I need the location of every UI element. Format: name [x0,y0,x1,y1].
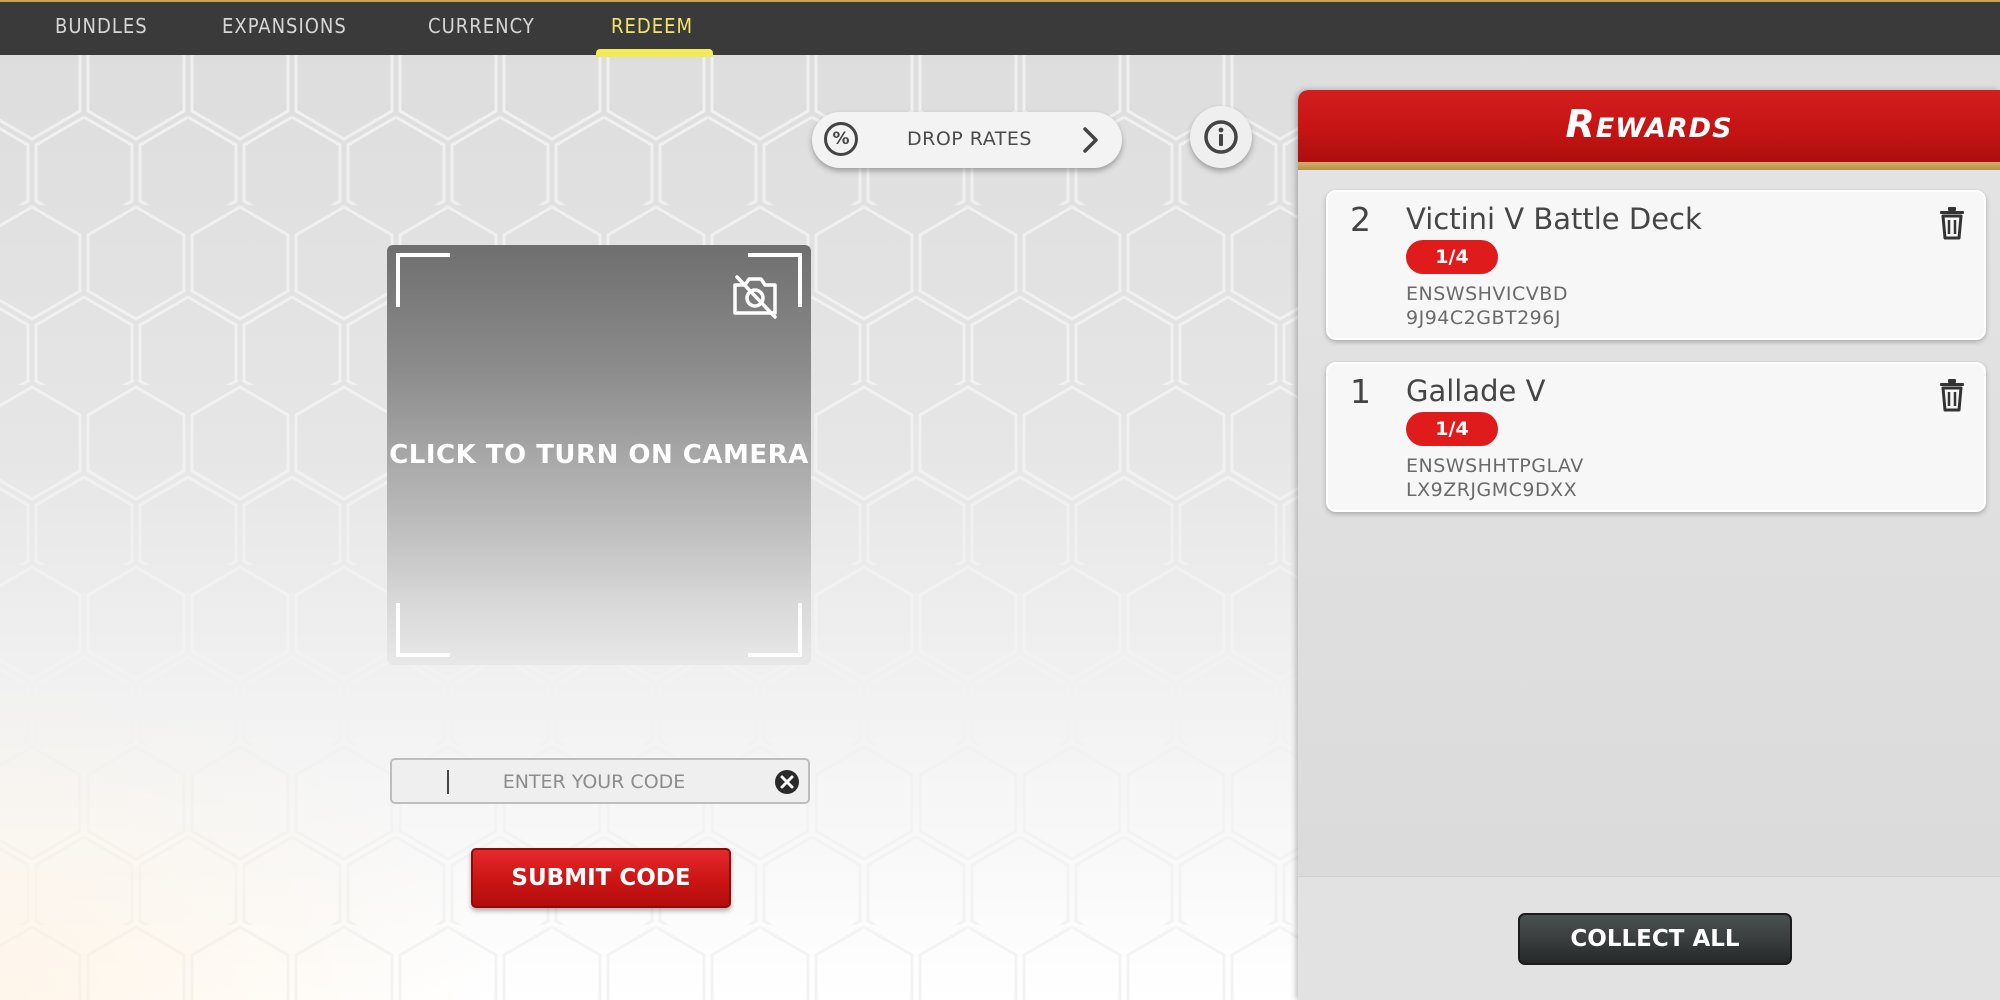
trash-icon[interactable] [1938,378,1966,412]
reward-card: 2 Victini V Battle Deck 1/4 ENSWSHVICVBD… [1326,190,1986,340]
drop-rates-button[interactable]: % DROP RATES [812,112,1122,168]
top-navigation: BUNDLES EXPANSIONS CURRENCY REDEEM [0,0,2000,57]
clear-icon[interactable] [774,769,800,795]
tab-currency[interactable]: CURRENCY [428,14,535,38]
reward-name: Victini V Battle Deck [1406,202,1702,236]
rewards-panel: Rewards 2 Victini V Battle Deck 1/4 ENSW… [1298,90,2000,1000]
reward-code: ENSWSHVICVBD 9J94C2GBT296J [1406,282,1568,330]
info-icon [1204,120,1238,154]
reward-code: ENSWSHHTPGLAV LX9ZRJGMC9DXX [1406,454,1584,502]
drop-rates-label: DROP RATES [907,128,1032,150]
active-tab-indicator [596,49,713,57]
camera-off-icon [733,275,777,319]
tab-bundles[interactable]: BUNDLES [55,14,148,38]
scan-corner-top-left [396,253,450,307]
camera-label: CLICK TO TURN ON CAMERA [389,440,809,470]
reward-code-line-1: ENSWSHVICVBD [1406,283,1568,305]
tab-redeem[interactable]: REDEEM [611,14,693,38]
reward-name: Gallade V [1406,374,1546,408]
scan-corner-bottom-right [748,603,802,657]
reward-quantity: 2 [1350,200,1371,239]
reward-quantity: 1 [1350,372,1371,411]
reward-badge: 1/4 [1406,412,1498,446]
reward-code-line-1: ENSWSHHTPGLAV [1406,455,1584,477]
tab-expansions[interactable]: EXPANSIONS [222,14,347,38]
reward-badge: 1/4 [1406,240,1498,274]
scan-corner-bottom-left [396,603,450,657]
reward-code-line-2: LX9ZRJGMC9DXX [1406,479,1578,501]
rewards-title: Rewards [1565,102,1733,146]
rewards-footer: COLLECT ALL [1298,876,2000,1000]
chevron-right-icon [1083,127,1098,153]
code-input-field[interactable] [390,758,810,804]
camera-scanner[interactable]: CLICK TO TURN ON CAMERA [387,245,811,665]
reward-code-line-2: 9J94C2GBT296J [1406,307,1561,329]
submit-code-button[interactable]: SUBMIT CODE [471,848,731,908]
reward-card: 1 Gallade V 1/4 ENSWSHHTPGLAV LX9ZRJGMC9… [1326,362,1986,512]
code-input[interactable] [442,766,746,798]
info-button[interactable] [1190,106,1252,168]
percent-icon: % [824,122,858,156]
collect-all-button[interactable]: COLLECT ALL [1518,913,1792,965]
rewards-header: Rewards [1298,90,2000,170]
trash-icon[interactable] [1938,206,1966,240]
